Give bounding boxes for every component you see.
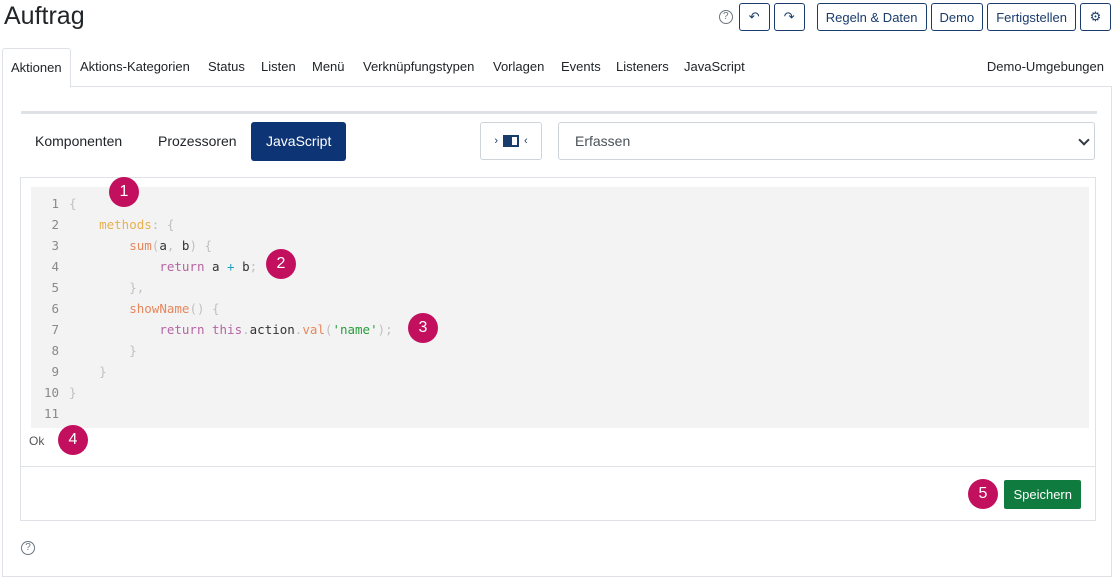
undo-button[interactable]: ↶ bbox=[738, 3, 770, 31]
code-line: { bbox=[69, 196, 77, 211]
help-icon[interactable]: ? bbox=[21, 541, 35, 555]
help-icon[interactable]: ? bbox=[718, 10, 733, 24]
line-number: 6 bbox=[51, 301, 59, 316]
code-line: showName() { bbox=[129, 301, 220, 316]
tab-listeners[interactable]: Listeners bbox=[616, 48, 669, 87]
annotation-marker-4: 4 bbox=[58, 425, 88, 455]
code-editor[interactable]: 1 { 2 methods: { 3 sum(a, b) { 4 return a… bbox=[31, 187, 1089, 428]
line-number: 8 bbox=[51, 343, 59, 358]
code-line: }, bbox=[129, 280, 145, 295]
tab-status[interactable]: Status bbox=[208, 48, 245, 87]
save-button[interactable]: Speichern bbox=[1004, 480, 1081, 509]
code-line: } bbox=[129, 343, 137, 358]
tab-javascript[interactable]: JavaScript bbox=[684, 48, 745, 87]
demo-button[interactable]: Demo bbox=[930, 3, 984, 31]
annotation-marker-1: 1 bbox=[109, 177, 139, 207]
code-line: return a + b; bbox=[159, 259, 258, 274]
redo-button[interactable]: ↷ bbox=[773, 3, 805, 31]
page-title: Auftrag bbox=[4, 2, 85, 30]
line-number: 9 bbox=[51, 364, 59, 379]
code-line: methods: { bbox=[99, 217, 175, 232]
line-number: 2 bbox=[51, 217, 59, 232]
annotation-marker-3: 3 bbox=[408, 313, 438, 343]
code-line: } bbox=[99, 364, 107, 379]
split-panel-icon bbox=[503, 135, 519, 147]
chevron-left-icon: ‹ bbox=[524, 135, 528, 147]
code-line: } bbox=[69, 385, 77, 400]
editor-status: Ok bbox=[29, 434, 45, 448]
divider bbox=[21, 111, 1097, 114]
content-panel: Komponenten Prozessoren JavaScript › ‹ E… bbox=[2, 86, 1112, 577]
toolbar: ? ↶ ↷ Regeln & Daten Demo Fertigstellen … bbox=[718, 3, 1111, 31]
tab-verknuepfungstypen[interactable]: Verknüpfungstypen bbox=[363, 48, 474, 87]
tab-listen[interactable]: Listen bbox=[261, 48, 296, 87]
annotation-marker-2: 2 bbox=[266, 249, 296, 279]
main-tabs: Aktionen Aktions-Kategorien Status Liste… bbox=[2, 48, 1112, 88]
rules-data-button[interactable]: Regeln & Daten bbox=[816, 3, 927, 31]
line-number: 10 bbox=[43, 385, 59, 400]
subtab-javascript[interactable]: JavaScript bbox=[251, 122, 347, 161]
line-number: 3 bbox=[51, 238, 59, 253]
gear-icon: ⚙ bbox=[1089, 9, 1102, 24]
settings-button[interactable]: ⚙ bbox=[1080, 3, 1111, 31]
editor-footer: Speichern bbox=[20, 466, 1096, 521]
event-select-value: Erfassen bbox=[575, 133, 631, 149]
tab-menue[interactable]: Menü bbox=[312, 48, 345, 87]
line-number: 4 bbox=[51, 259, 59, 274]
editor-container: 1 { 2 methods: { 3 sum(a, b) { 4 return a… bbox=[20, 177, 1096, 467]
line-number: 11 bbox=[43, 406, 59, 421]
code-line: sum(a, b) { bbox=[129, 238, 213, 253]
finish-button[interactable]: Fertigstellen bbox=[987, 3, 1076, 31]
line-number: 1 bbox=[51, 196, 59, 211]
line-number: 7 bbox=[51, 322, 59, 337]
chevron-down-icon bbox=[1078, 134, 1090, 146]
tab-events[interactable]: Events bbox=[561, 48, 601, 87]
annotation-marker-5: 5 bbox=[968, 479, 998, 509]
chevron-right-icon: › bbox=[494, 135, 498, 147]
panel-toggle-button[interactable]: › ‹ bbox=[480, 122, 542, 160]
event-select[interactable]: Erfassen bbox=[558, 122, 1095, 160]
subtab-komponenten[interactable]: Komponenten bbox=[20, 122, 137, 161]
tab-aktionen[interactable]: Aktionen bbox=[2, 48, 71, 88]
code-line: return this.action.val('name'); bbox=[159, 322, 393, 337]
tab-aktions-kategorien[interactable]: Aktions-Kategorien bbox=[80, 48, 190, 87]
tab-vorlagen[interactable]: Vorlagen bbox=[493, 48, 544, 87]
subtab-prozessoren[interactable]: Prozessoren bbox=[143, 122, 252, 161]
tab-demo-umgebungen[interactable]: Demo-Umgebungen bbox=[987, 48, 1104, 87]
line-number: 5 bbox=[51, 280, 59, 295]
